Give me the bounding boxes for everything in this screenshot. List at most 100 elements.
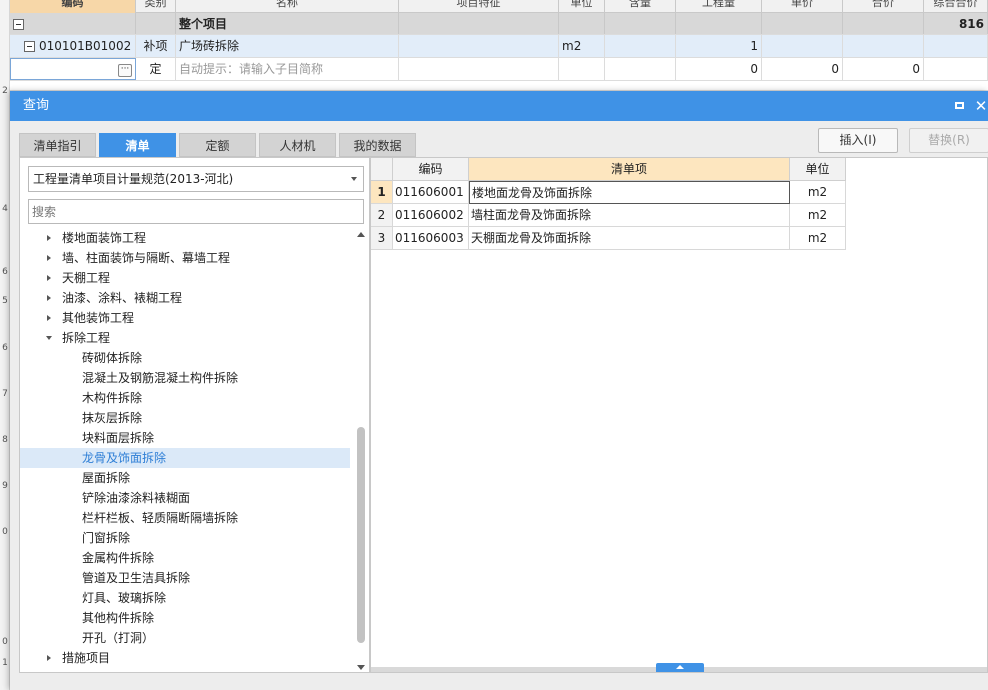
item-code: 010101B01002: [39, 39, 132, 53]
category-panel: 工程量清单项目计量规范(2013-河北) 楼地面装饰工程 墙、柱面装饰与隔断、幕…: [19, 157, 370, 673]
maximize-icon[interactable]: [952, 99, 966, 113]
tree-node[interactable]: 天棚工程: [20, 268, 350, 288]
tree-node-selected[interactable]: 龙骨及饰面拆除: [20, 448, 350, 468]
col-header-code[interactable]: 编码: [393, 158, 469, 181]
col-header-rownum: [371, 158, 393, 181]
tree-node[interactable]: 其他构件拆除: [20, 608, 350, 628]
total-row-label: 整个项目: [176, 13, 399, 34]
col-header-unit[interactable]: 单位: [790, 158, 846, 181]
def-total: 0: [843, 58, 924, 80]
chevron-right-icon[interactable]: [47, 235, 51, 241]
chevron-down-icon[interactable]: [46, 336, 52, 340]
item-name: 广场砖拆除: [176, 35, 399, 57]
tree-node[interactable]: 管道及卫生洁具拆除: [20, 568, 350, 588]
panel-splitter[interactable]: [371, 663, 987, 672]
gutter-number: 5: [2, 296, 8, 306]
dialog-title: 查询: [23, 98, 50, 113]
grid-header: 编码 类别 名称 项目特征 单位 含量 工程量 单价 合价 综合合价: [10, 0, 988, 13]
col-header-code[interactable]: 编码: [10, 0, 136, 13]
tree-node[interactable]: 屋面拆除: [20, 468, 350, 488]
collapse-icon[interactable]: [24, 41, 35, 52]
close-icon[interactable]: ✕: [974, 99, 988, 114]
gutter-number: 8: [2, 435, 8, 445]
tree-node[interactable]: 灯具、玻璃拆除: [20, 588, 350, 608]
gutter-number: 7: [2, 389, 8, 399]
tree-node[interactable]: 开孔（打洞）: [20, 628, 350, 648]
tree-node[interactable]: 措施项目: [20, 648, 350, 668]
col-header-total[interactable]: 合价: [843, 0, 924, 13]
tree-node[interactable]: 砖砌体拆除: [20, 348, 350, 368]
row-name[interactable]: 楼地面龙骨及饰面拆除: [469, 181, 790, 204]
tab-labor-material[interactable]: 人材机: [259, 133, 336, 157]
def-hint: 自动提示：请输入子目简称: [176, 58, 399, 80]
item-unit: m2: [559, 35, 605, 57]
col-header-name[interactable]: 名称: [176, 0, 399, 13]
tree-node[interactable]: 其他装饰工程: [20, 308, 350, 328]
scroll-up-icon[interactable]: [357, 232, 365, 237]
row-number: 3: [371, 227, 393, 250]
def-type: 定: [136, 58, 176, 80]
dialog-titlebar[interactable]: 查询 ✕: [10, 91, 988, 121]
tree-node[interactable]: 墙、柱面装饰与隔断、幕墙工程: [20, 248, 350, 268]
tree-scrollbar[interactable]: [352, 230, 369, 672]
chevron-up-icon[interactable]: [656, 663, 704, 672]
tree-node[interactable]: 楼地面装饰工程: [20, 228, 350, 248]
query-dialog: 查询 ✕ 清单指引 清单 定额 人材机 我的数据 插入(I) 替换(R) 工程量…: [10, 91, 988, 690]
chevron-right-icon[interactable]: [47, 275, 51, 281]
total-row-value: 816: [924, 13, 988, 34]
col-header-feature[interactable]: 项目特征: [399, 0, 559, 13]
row-name[interactable]: 天棚面龙骨及饰面拆除: [469, 227, 790, 250]
search-input[interactable]: [28, 199, 364, 224]
tree-node[interactable]: 金属构件拆除: [20, 548, 350, 568]
scroll-thumb[interactable]: [357, 427, 365, 643]
chevron-right-icon[interactable]: [47, 255, 51, 261]
tree-node[interactable]: 块料面层拆除: [20, 428, 350, 448]
col-header-list-item[interactable]: 清单项: [469, 158, 790, 181]
tree-node[interactable]: 门窗拆除: [20, 528, 350, 548]
table-row[interactable]: [10, 81, 988, 91]
chevron-right-icon[interactable]: [47, 315, 51, 321]
chevron-right-icon[interactable]: [47, 295, 51, 301]
table-row[interactable]: ··· 定 自动提示：请输入子目简称 0 0 0: [10, 58, 988, 81]
collapse-icon[interactable]: [13, 19, 24, 30]
dialog-footer: [10, 673, 988, 690]
scroll-down-icon[interactable]: [357, 665, 365, 670]
tab-quota[interactable]: 定额: [179, 133, 256, 157]
table-row[interactable]: 010101B01002 补项 广场砖拆除 m2 1: [10, 35, 988, 58]
gutter-number: 1: [2, 658, 8, 668]
tree-node[interactable]: 油漆、涂料、裱糊工程: [20, 288, 350, 308]
tree-node[interactable]: 抹灰层拆除: [20, 408, 350, 428]
def-price: 0: [762, 58, 843, 80]
col-header-composite-total[interactable]: 综合合价: [924, 0, 988, 13]
chevron-right-icon[interactable]: [47, 655, 51, 661]
gutter-number: 6: [2, 267, 8, 277]
tree-node[interactable]: 混凝土及钢筋混凝土构件拆除: [20, 368, 350, 388]
col-header-type[interactable]: 类别: [136, 0, 176, 13]
gutter-number: 4: [2, 204, 8, 214]
col-header-unit[interactable]: 单位: [559, 0, 605, 13]
standard-select[interactable]: 工程量清单项目计量规范(2013-河北): [28, 166, 364, 192]
tree-node[interactable]: 拆除工程: [20, 328, 350, 348]
tab-my-data[interactable]: 我的数据: [339, 133, 416, 157]
row-name[interactable]: 墙柱面龙骨及饰面拆除: [469, 204, 790, 227]
row-unit: m2: [790, 204, 846, 227]
tab-list-guide[interactable]: 清单指引: [19, 133, 96, 157]
row-code: 011606003: [393, 227, 469, 250]
item-type: 补项: [136, 35, 176, 57]
gutter-number: 0: [2, 527, 8, 537]
replace-button[interactable]: 替换(R): [909, 128, 988, 153]
category-tree: 楼地面装饰工程 墙、柱面装饰与隔断、幕墙工程 天棚工程 油漆、涂料、裱糊工程 其…: [20, 228, 350, 674]
total-row[interactable]: 整个项目 816: [10, 13, 988, 35]
col-header-price[interactable]: 单价: [762, 0, 843, 13]
gutter-number: 2: [2, 86, 8, 96]
insert-button[interactable]: 插入(I): [818, 128, 898, 153]
tree-node[interactable]: 栏杆栏板、轻质隔断隔墙拆除: [20, 508, 350, 528]
col-header-quantity[interactable]: 工程量: [676, 0, 762, 13]
tree-node[interactable]: 铲除油漆涂料裱糊面: [20, 488, 350, 508]
chevron-down-icon: [351, 177, 357, 181]
tab-list[interactable]: 清单: [99, 133, 176, 157]
tree-node[interactable]: 木构件拆除: [20, 388, 350, 408]
col-header-content[interactable]: 含量: [605, 0, 676, 13]
more-icon[interactable]: ···: [118, 64, 132, 77]
row-unit: m2: [790, 227, 846, 250]
